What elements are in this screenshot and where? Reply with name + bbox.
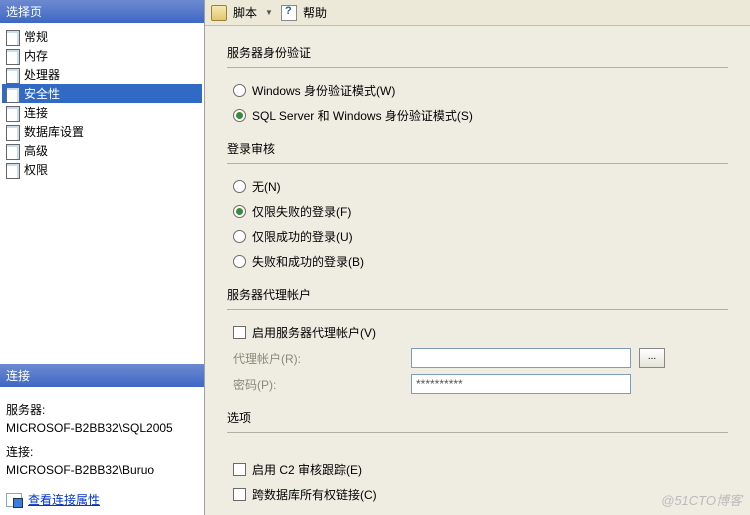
cross-db-row[interactable]: 跨数据库所有权链接(C) [227,482,728,507]
audit-success-row[interactable]: 仅限成功的登录(U) [227,224,728,249]
nav-label: 常规 [24,28,48,45]
proxy-title: 服务器代理帐户 [227,282,728,310]
page-icon [6,163,20,177]
nav-label: 权限 [24,161,48,178]
nav-label: 安全性 [24,85,60,102]
radio-label: Windows 身份验证模式(W) [252,82,395,99]
nav-tree: 常规 内存 处理器 安全性 连接 数据库设置 高级 权限 [0,23,204,183]
proxy-account-label: 代理帐户(R): [233,350,403,367]
left-panel: 选择页 常规 内存 处理器 安全性 连接 数据库设置 高级 权限 连接 服务器:… [0,0,205,515]
nav-item-general[interactable]: 常规 [2,27,202,46]
auth-mixed-row[interactable]: SQL Server 和 Windows 身份验证模式(S) [227,103,728,128]
radio-label: SQL Server 和 Windows 身份验证模式(S) [252,107,473,124]
radio-label: 仅限成功的登录(U) [252,228,353,245]
proxy-password-input[interactable] [411,374,631,394]
browse-button[interactable]: ... [639,348,665,368]
radio-audit-failed[interactable] [233,205,246,218]
nav-item-database-settings[interactable]: 数据库设置 [2,122,202,141]
nav-label: 数据库设置 [24,123,84,140]
options-title: 选项 [227,405,728,433]
form-area: 服务器身份验证 Windows 身份验证模式(W) SQL Server 和 W… [205,26,750,515]
nav-item-processors[interactable]: 处理器 [2,65,202,84]
check-cross-db[interactable] [233,488,246,501]
radio-audit-success[interactable] [233,230,246,243]
proxy-account-input[interactable] [411,348,631,368]
page-icon [6,49,20,63]
dropdown-arrow-icon[interactable]: ▼ [263,8,275,17]
nav-label: 高级 [24,142,48,159]
script-button[interactable]: 脚本 [233,4,257,21]
nav-item-security[interactable]: 安全性 [2,84,202,103]
page-icon [6,144,20,158]
radio-label: 仅限失败的登录(F) [252,203,351,220]
enable-proxy-row[interactable]: 启用服务器代理帐户(V) [227,320,728,345]
check-label: 启用服务器代理帐户(V) [252,324,376,341]
check-label: 启用 C2 审核跟踪(E) [252,461,362,478]
view-connection-properties-link[interactable]: 查看连接属性 [28,491,100,509]
radio-windows-auth[interactable] [233,84,246,97]
audit-both-row[interactable]: 失败和成功的登录(B) [227,249,728,274]
connection-info: 服务器: MICROSOF-B2BB32\SQL2005 连接: MICROSO… [0,387,204,515]
right-panel: 脚本 ▼ 帮助 服务器身份验证 Windows 身份验证模式(W) SQL Se… [205,0,750,515]
nav-item-memory[interactable]: 内存 [2,46,202,65]
help-icon [281,5,297,21]
nav-item-connections[interactable]: 连接 [2,103,202,122]
nav-label: 处理器 [24,66,60,83]
help-button[interactable]: 帮助 [303,4,327,21]
audit-none-row[interactable]: 无(N) [227,174,728,199]
page-icon [6,30,20,44]
page-icon [6,87,20,101]
page-icon [6,125,20,139]
proxy-account-row: 代理帐户(R): ... [227,345,728,371]
server-auth-title: 服务器身份验证 [227,40,728,68]
proxy-password-label: 密码(P): [233,376,403,393]
audit-failed-row[interactable]: 仅限失败的登录(F) [227,199,728,224]
nav-item-permissions[interactable]: 权限 [2,160,202,179]
select-page-header: 选择页 [0,0,204,23]
server-value: MICROSOF-B2BB32\SQL2005 [6,419,198,437]
radio-mixed-auth[interactable] [233,109,246,122]
connection-label: 连接: [6,443,198,461]
login-audit-title: 登录审核 [227,136,728,164]
radio-audit-both[interactable] [233,255,246,268]
auth-windows-row[interactable]: Windows 身份验证模式(W) [227,78,728,103]
server-label: 服务器: [6,401,198,419]
properties-icon [6,493,22,507]
nav-label: 内存 [24,47,48,64]
check-enable-proxy[interactable] [233,326,246,339]
nav-item-advanced[interactable]: 高级 [2,141,202,160]
radio-audit-none[interactable] [233,180,246,193]
enable-c2-row[interactable]: 启用 C2 审核跟踪(E) [227,457,728,482]
proxy-password-row: 密码(P): [227,371,728,397]
connection-value: MICROSOF-B2BB32\Buruo [6,461,198,479]
check-label: 跨数据库所有权链接(C) [252,486,377,503]
radio-label: 无(N) [252,178,281,195]
script-icon [211,5,227,21]
toolbar: 脚本 ▼ 帮助 [205,0,750,26]
radio-label: 失败和成功的登录(B) [252,253,364,270]
page-icon [6,106,20,120]
nav-label: 连接 [24,104,48,121]
connection-header: 连接 [0,364,204,387]
check-enable-c2[interactable] [233,463,246,476]
page-icon [6,68,20,82]
